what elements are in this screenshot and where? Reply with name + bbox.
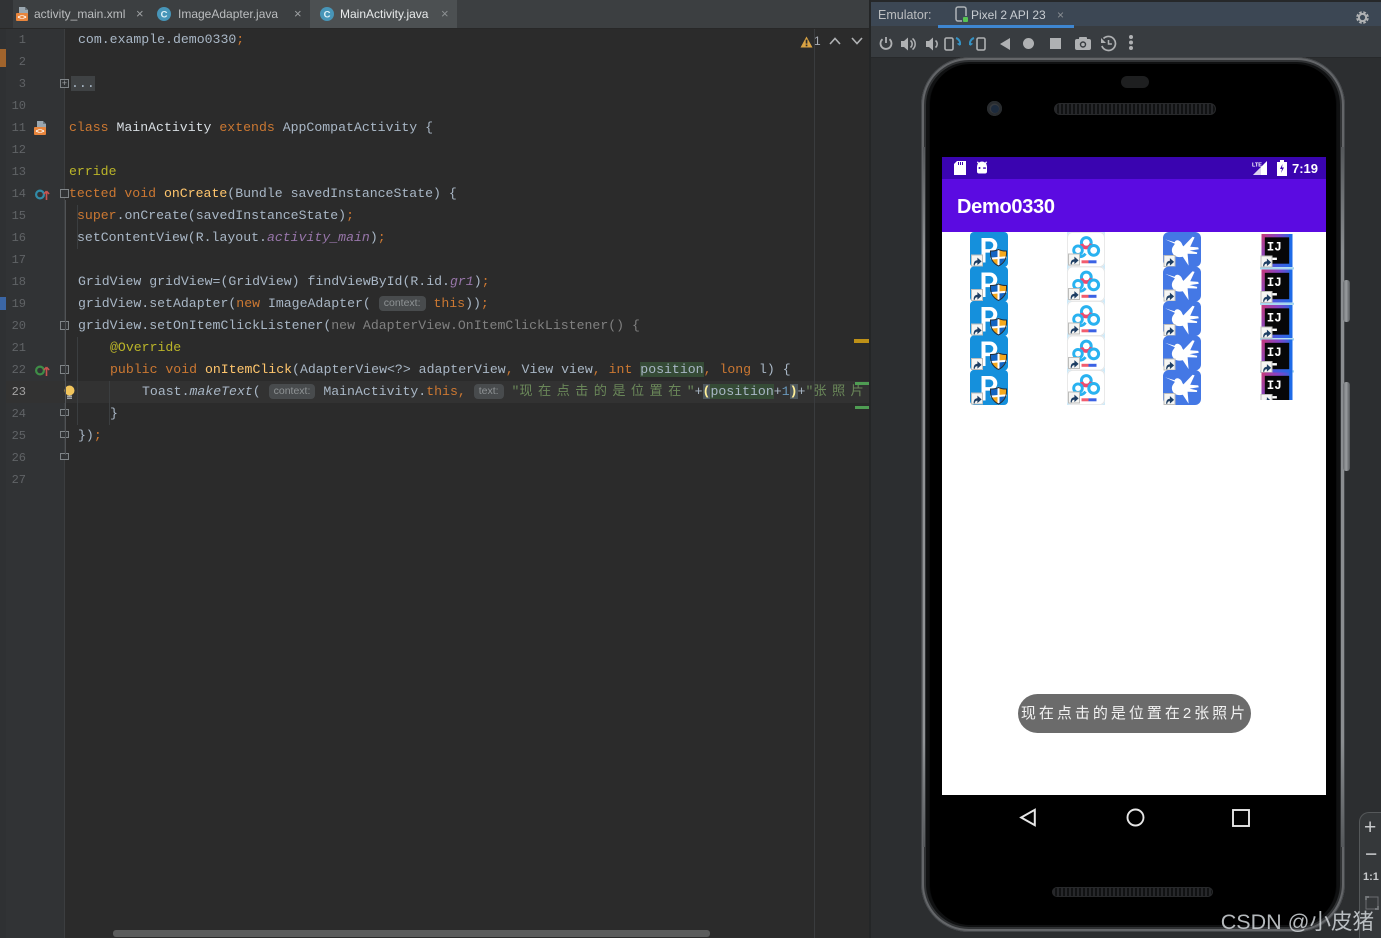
- svg-text:C: C: [161, 10, 168, 21]
- svg-text:<>: <>: [18, 13, 27, 22]
- svg-text:<>: <>: [36, 127, 45, 136]
- svg-text:LTE: LTE: [1252, 163, 1262, 169]
- svg-text:C: C: [324, 10, 331, 21]
